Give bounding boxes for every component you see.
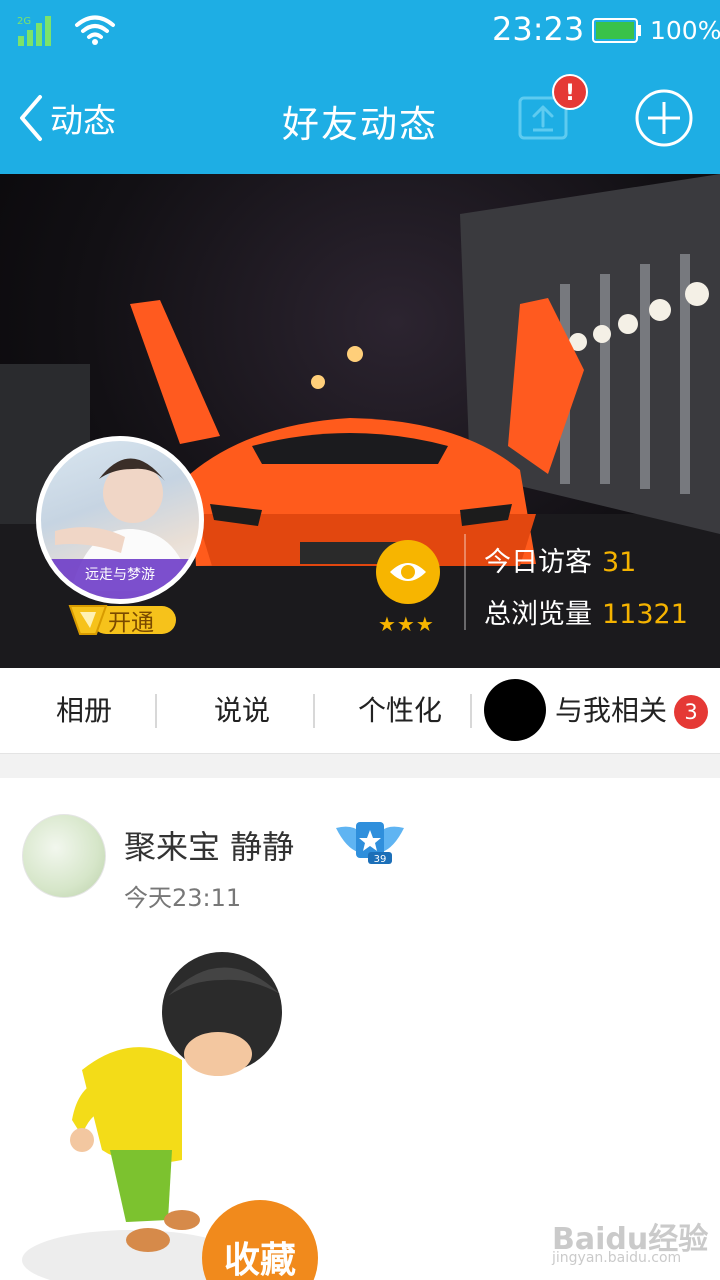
today-visitors-label: 今日访客 <box>484 547 592 578</box>
total-views-value: 11321 <box>602 599 688 630</box>
related-count-badge: 3 <box>674 695 708 729</box>
notification-badge: ! <box>552 74 588 110</box>
post-image[interactable]: 收藏 <box>22 950 342 1280</box>
avatar-tag: 远走与梦游 <box>41 559 199 599</box>
poster-avatar[interactable] <box>22 814 106 898</box>
tab-divider <box>155 694 157 728</box>
clock: 23:23 <box>492 10 585 48</box>
rating-stars: ★★★ <box>378 612 435 636</box>
tab-bar: 相册 说说 个性化 与我相关 3 <box>0 668 720 754</box>
visitor-eye-icon[interactable] <box>376 540 440 604</box>
today-visitors-value: 31 <box>602 547 637 578</box>
battery-percent: 100% <box>650 16 720 45</box>
eye-icon <box>390 563 426 581</box>
vip-open-label[interactable]: 开通 <box>108 603 154 637</box>
cartoon-boy-image: 收藏 <box>22 952 318 1280</box>
page-title: 好友动态 <box>282 103 438 146</box>
watermark-url: jingyan.baidu.com <box>552 1250 682 1266</box>
tab-personalize[interactable]: 个性化 <box>336 668 464 754</box>
collect-stamp: 收藏 <box>224 1240 296 1280</box>
divider <box>464 534 466 630</box>
avatar[interactable]: 远走与梦游 <box>36 436 204 604</box>
svg-text:2G: 2G <box>17 16 31 27</box>
cover-image[interactable]: 远走与梦游 开通 ★★★ 今日访客 31 总浏览量 11321 <box>0 174 720 668</box>
add-icon[interactable] <box>634 88 694 148</box>
feed-post: 聚来宝 静静 39 今天23:11 收藏 Baidu经验 jingyan.bai… <box>0 778 720 1280</box>
tab-divider <box>470 694 472 728</box>
tab-album[interactable]: 相册 <box>20 668 148 754</box>
poster-name[interactable]: 聚来宝 静静 <box>124 822 294 868</box>
total-views-label: 总浏览量 <box>484 599 592 630</box>
redacted-avatar <box>484 679 546 741</box>
post-time: 今天23:11 <box>124 884 242 912</box>
screen: 2G 23:23 100% 动态 好友动态 ! 远走与梦游 开通 ★★★ 今日访… <box>0 0 720 1280</box>
tab-divider <box>313 694 315 728</box>
wifi-icon <box>75 15 115 45</box>
tab-related-to-me[interactable]: 与我相关 <box>550 668 672 754</box>
battery-icon <box>592 18 641 43</box>
today-visitors[interactable]: 今日访客 31 <box>484 540 636 579</box>
status-bar: 2G 23:23 100% <box>0 0 720 64</box>
cellular-signal-icon: 2G <box>17 16 51 46</box>
total-views[interactable]: 总浏览量 11321 <box>484 592 688 631</box>
top-bar: 2G 23:23 100% 动态 好友动态 ! <box>0 0 720 174</box>
level-wing-icon: 39 <box>336 822 404 865</box>
level-number: 39 <box>374 854 387 865</box>
tab-moments[interactable]: 说说 <box>178 668 306 754</box>
